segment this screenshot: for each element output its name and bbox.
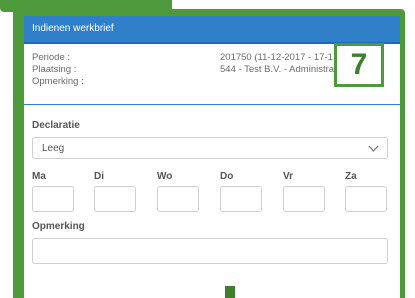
periode-label: Periode : — [32, 52, 71, 63]
hours-input-za[interactable] — [345, 186, 387, 212]
step-badge: 7 — [334, 43, 384, 87]
hours-input-wo[interactable] — [157, 186, 199, 212]
day-label-ma: Ma — [32, 171, 46, 182]
plaatsing-value: 544 - Test B.V. - Administra — [220, 64, 335, 75]
day-label-wo: Wo — [157, 171, 173, 182]
opmerking-input[interactable] — [32, 238, 388, 264]
bottom-marker — [225, 286, 235, 298]
dialog-title: Indienen werkbrief — [32, 23, 114, 34]
opmerking-label: Opmerking — [32, 221, 85, 232]
hours-input-di[interactable] — [94, 186, 136, 212]
declaratie-select[interactable]: Leeg — [32, 137, 388, 159]
plaatsing-label: Plaatsing : — [32, 64, 77, 75]
chevron-down-icon — [368, 141, 379, 152]
dialog-header: Indienen werkbrief — [24, 16, 400, 44]
hours-input-ma[interactable] — [32, 186, 74, 212]
day-label-za: Za — [345, 171, 357, 182]
day-label-vr: Vr — [283, 171, 294, 182]
opmerking-info-label: Opmerking : — [32, 76, 84, 87]
header-divider — [24, 104, 400, 105]
declaratie-label: Declaratie — [32, 120, 80, 131]
day-label-do: Do — [220, 171, 234, 182]
declaratie-selected-value: Leeg — [42, 143, 65, 154]
hours-input-do[interactable] — [220, 186, 262, 212]
periode-value: 201750 (11-12-2017 - 17-1 — [220, 52, 333, 63]
day-label-di: Di — [94, 171, 104, 182]
hours-input-vr[interactable] — [283, 186, 325, 212]
